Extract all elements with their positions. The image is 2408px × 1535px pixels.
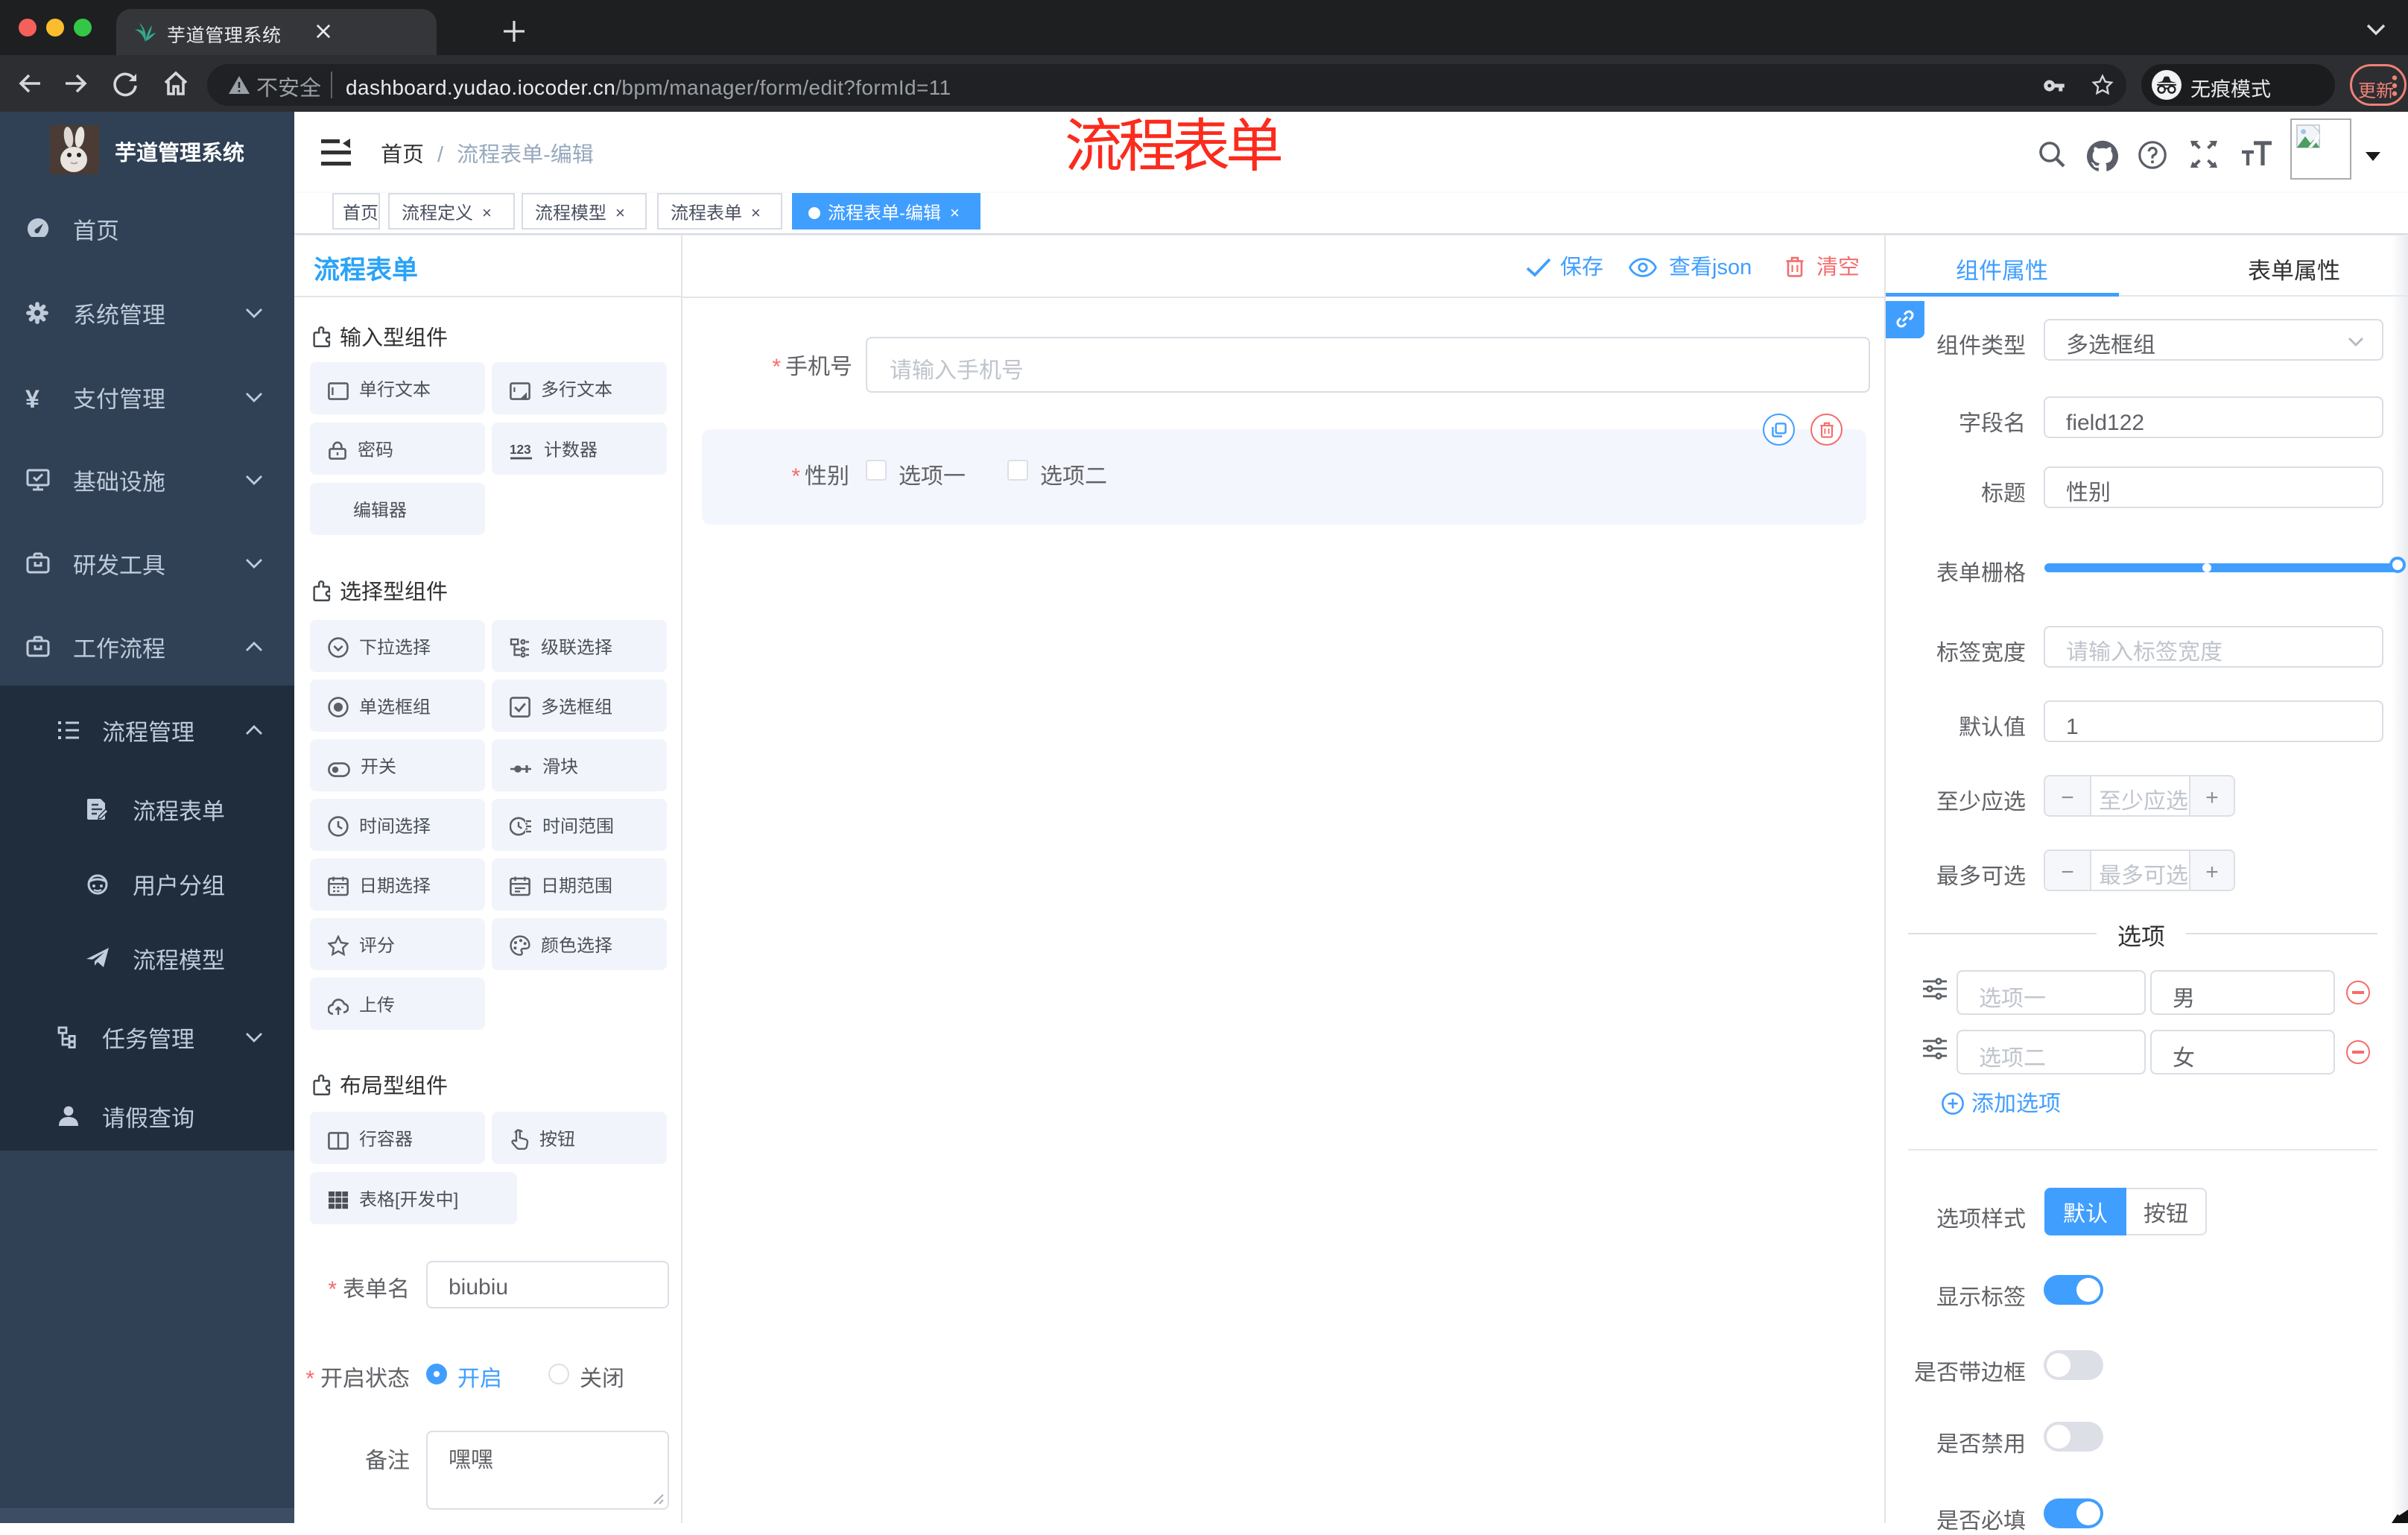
svg-text:123: 123: [510, 442, 531, 457]
